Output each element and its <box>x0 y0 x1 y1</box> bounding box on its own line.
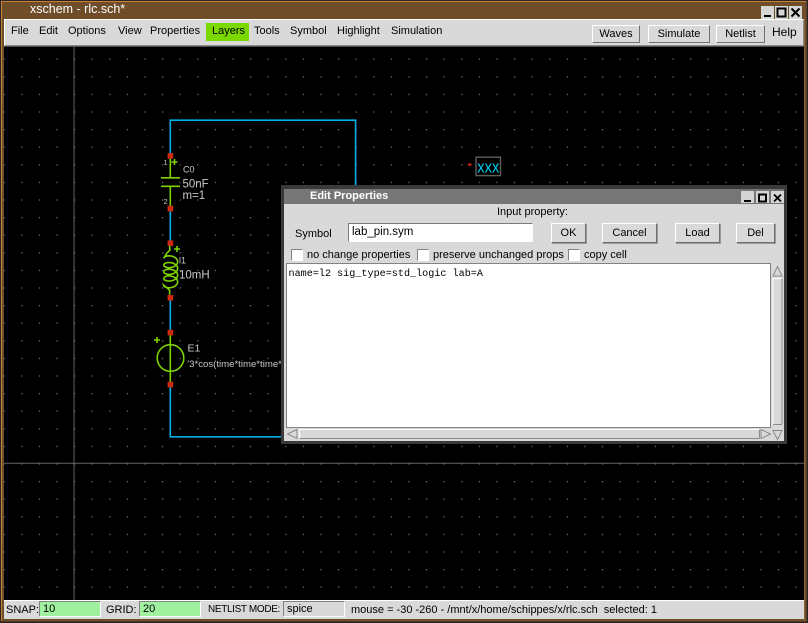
svg-text:l1: l1 <box>179 256 186 266</box>
svg-text:1: 1 <box>164 158 168 167</box>
svg-text:50nF: 50nF <box>183 179 209 191</box>
svg-text:2: 2 <box>164 197 168 206</box>
svg-text:'3*cos(time*time*time*: '3*cos(time*time*time* <box>187 359 282 370</box>
svg-text:m=1: m=1 <box>183 190 206 202</box>
svg-text:E1: E1 <box>188 343 201 355</box>
svg-text:C0: C0 <box>183 164 195 174</box>
svg-text:10mH: 10mH <box>179 270 210 282</box>
svg-text:xxx: xxx <box>477 158 500 177</box>
